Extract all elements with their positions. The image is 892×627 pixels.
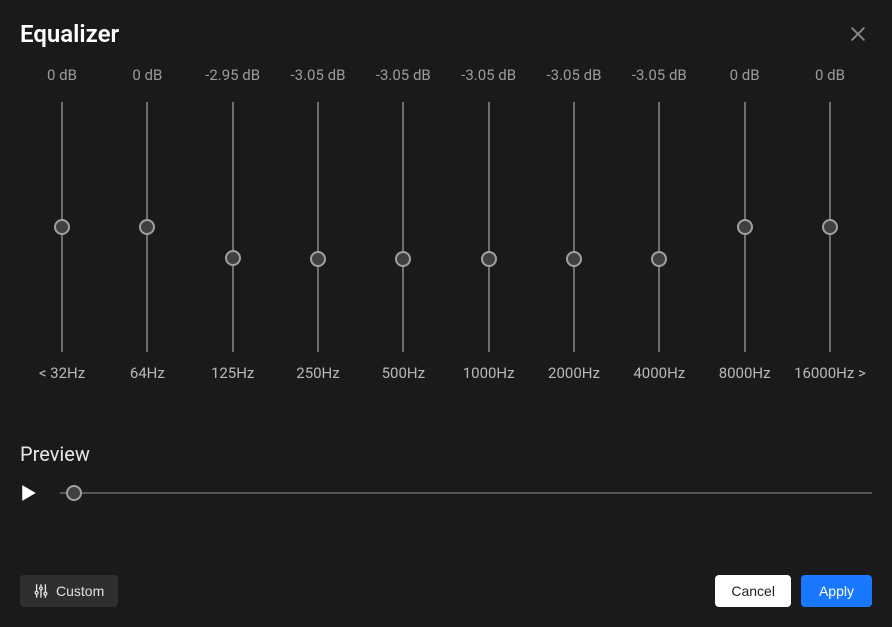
- sliders-icon: [34, 584, 48, 598]
- eq-band-slider-thumb[interactable]: [225, 250, 241, 266]
- eq-band: -3.05 dB 500Hz: [361, 66, 445, 382]
- eq-band-slider-thumb[interactable]: [310, 251, 326, 267]
- preview-seek-slider[interactable]: [60, 492, 872, 494]
- eq-band-freq-label: 4000Hz: [633, 364, 685, 382]
- eq-band: -3.05 dB 4000Hz: [617, 66, 701, 382]
- eq-band-slider[interactable]: [317, 102, 319, 352]
- dialog-footer: Custom Cancel Apply: [20, 575, 872, 607]
- eq-band: -3.05 dB 2000Hz: [532, 66, 616, 382]
- preset-label: Custom: [56, 583, 104, 599]
- eq-band-freq-label: 16000Hz >: [794, 364, 866, 382]
- eq-band: -3.05 dB 250Hz: [276, 66, 360, 382]
- eq-band-slider[interactable]: [573, 102, 575, 352]
- eq-band-freq-label: 1000Hz: [463, 364, 515, 382]
- eq-band: -3.05 dB 1000Hz: [447, 66, 531, 382]
- eq-band-slider-thumb[interactable]: [566, 251, 582, 267]
- eq-band-slider-thumb[interactable]: [395, 251, 411, 267]
- eq-band-db-label: -3.05 dB: [632, 66, 687, 84]
- eq-band-slider-thumb[interactable]: [651, 251, 667, 267]
- eq-band-slider-thumb[interactable]: [139, 219, 155, 235]
- apply-button[interactable]: Apply: [801, 575, 872, 607]
- eq-band-slider[interactable]: [61, 102, 63, 352]
- eq-band-db-label: 0 dB: [730, 66, 760, 84]
- eq-band-freq-label: 2000Hz: [548, 364, 600, 382]
- eq-band-slider[interactable]: [744, 102, 746, 352]
- eq-band-freq-label: 64Hz: [130, 364, 165, 382]
- preview-seek-thumb[interactable]: [66, 485, 82, 501]
- eq-band-slider[interactable]: [146, 102, 148, 352]
- eq-band-slider-thumb[interactable]: [737, 219, 753, 235]
- preview-title: Preview: [20, 442, 872, 466]
- eq-band-slider-thumb[interactable]: [54, 219, 70, 235]
- eq-band-db-label: -3.05 dB: [461, 66, 516, 84]
- eq-band: 0 dB 16000Hz >: [788, 66, 872, 382]
- eq-band-slider[interactable]: [658, 102, 660, 352]
- eq-band: 0 dB < 32Hz: [20, 66, 104, 382]
- eq-band-slider[interactable]: [829, 102, 831, 352]
- eq-band-db-label: 0 dB: [132, 66, 162, 84]
- eq-band-db-label: -3.05 dB: [547, 66, 602, 84]
- eq-band: 0 dB 8000Hz: [703, 66, 787, 382]
- eq-band-slider[interactable]: [488, 102, 490, 352]
- eq-band-freq-label: 8000Hz: [719, 364, 771, 382]
- eq-band: -2.95 dB 125Hz: [191, 66, 275, 382]
- preview-controls: [20, 484, 872, 502]
- cancel-button[interactable]: Cancel: [715, 575, 791, 607]
- close-icon: [848, 24, 868, 44]
- eq-band-freq-label: 125Hz: [211, 364, 254, 382]
- dialog-header: Equalizer: [20, 20, 872, 48]
- eq-band-freq-label: 250Hz: [296, 364, 339, 382]
- eq-band-db-label: -2.95 dB: [205, 66, 260, 84]
- eq-band-freq-label: 500Hz: [382, 364, 425, 382]
- close-button[interactable]: [844, 20, 872, 48]
- eq-band-slider[interactable]: [232, 102, 234, 352]
- eq-band-db-label: 0 dB: [47, 66, 77, 84]
- eq-band-db-label: 0 dB: [815, 66, 845, 84]
- equalizer-dialog: Equalizer 0 dB < 32Hz 0 dB 64Hz -2.95 dB 125H…: [0, 0, 892, 627]
- equalizer-bands: 0 dB < 32Hz 0 dB 64Hz -2.95 dB 125Hz -3.05 dB 2…: [20, 66, 872, 382]
- play-button[interactable]: [20, 484, 38, 502]
- eq-band-db-label: -3.05 dB: [291, 66, 346, 84]
- eq-band-slider-thumb[interactable]: [481, 251, 497, 267]
- preset-selector[interactable]: Custom: [20, 575, 118, 607]
- eq-band-freq-label: < 32Hz: [39, 364, 85, 382]
- eq-band-db-label: -3.05 dB: [376, 66, 431, 84]
- play-icon: [20, 484, 38, 502]
- eq-band-slider[interactable]: [402, 102, 404, 352]
- eq-band-slider-thumb[interactable]: [822, 219, 838, 235]
- eq-band: 0 dB 64Hz: [105, 66, 189, 382]
- dialog-title: Equalizer: [20, 20, 119, 48]
- preview-section: Preview: [20, 442, 872, 502]
